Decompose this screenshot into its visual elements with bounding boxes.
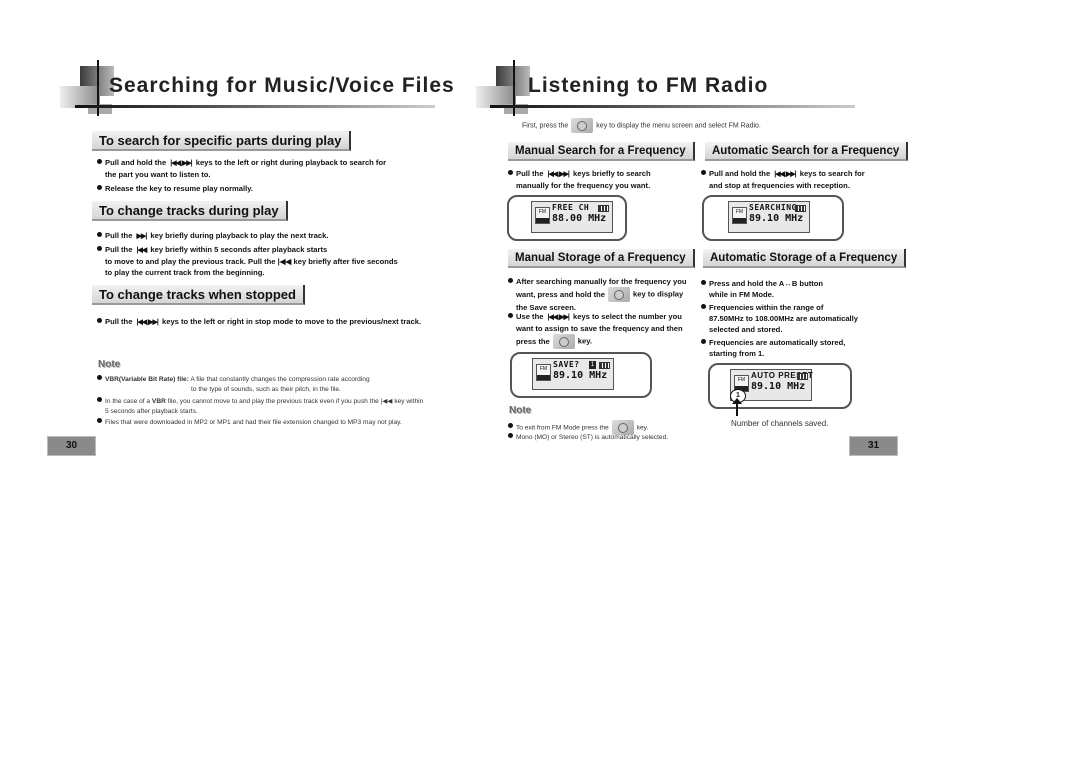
section-heading-change-during-play: To change tracks during play	[92, 201, 288, 221]
lcd-device-save: FM SAVE? 1 89.10 MHz	[510, 352, 652, 398]
title-decoration-left	[42, 60, 114, 116]
battery-icon	[795, 205, 806, 212]
bullet-search-parts-2: Release the key to resume play normally.	[97, 183, 447, 194]
battery-icon	[599, 362, 610, 369]
callout-arrow	[736, 402, 738, 416]
lcd-device-manual-search: FM FREE CH 88.00 MHz	[507, 195, 627, 241]
fm-icon: FM	[536, 364, 551, 381]
bullet-change-play-1: Pull the ▶▶| key briefly during playback…	[97, 230, 447, 242]
prev-key-icon: |◀◀	[136, 247, 148, 254]
note-heading-left: Note	[98, 359, 121, 370]
skip-keys-icon: |◀◀, ▶▶|	[136, 319, 159, 326]
section-heading-auto-storage: Automatic Storage of a Frequency	[703, 249, 907, 268]
section-heading-search-parts: To search for specific parts during play	[92, 131, 351, 151]
note-item-mp2: Files that were downloaded in MP2 or MP1…	[97, 418, 457, 428]
lcd-frequency: 89.10 MHz	[749, 213, 804, 224]
lcd-device-auto-preset: FM AUTO PRESET 89.10 MHz 1	[708, 363, 852, 409]
bullet-change-stopped-1: Pull the |◀◀, ▶▶| keys to the left or ri…	[97, 316, 457, 328]
lcd-device-auto-search: FM SEARCHING 89.10 MHz	[702, 195, 844, 241]
battery-icon	[797, 373, 808, 380]
note-item-vbr: VBR(Variable Bit Rate) file: A file that…	[97, 375, 457, 395]
lcd-frequency: 88.00 MHz	[552, 213, 607, 224]
auto-storage-text-2: Frequencies within the range of 87.50MHz…	[701, 302, 891, 335]
title-rule-left	[75, 105, 435, 108]
battery-icon	[598, 205, 609, 212]
lcd-line1: SEARCHING	[749, 203, 797, 212]
manual-storage-text-1: After searching manually for the frequen…	[508, 276, 703, 313]
skip-keys-icon: |◀◀, ▶▶|	[547, 314, 570, 321]
lcd-frequency: 89.10 MHz	[553, 370, 608, 381]
callout-arrowhead	[732, 398, 742, 404]
skip-keys-icon: |◀◀, ▶▶|	[774, 171, 796, 178]
section-heading-manual-storage: Manual Storage of a Frequency	[508, 249, 695, 268]
bullet-search-parts-1: Pull and hold the |◀◀, ▶▶| keys to the l…	[97, 157, 447, 180]
intro-text: First, press the key to display the menu …	[522, 118, 862, 133]
menu-jog-key-icon	[571, 118, 594, 133]
preset-number: 1	[589, 361, 596, 369]
auto-storage-text-3: Frequencies are automatically stored, st…	[701, 337, 891, 359]
skip-keys-icon: |◀◀, ▶▶|	[170, 160, 192, 167]
channel-caption: Number of channels saved.	[731, 419, 829, 428]
bullet-change-play-2: Pull the |◀◀ key briefly within 5 second…	[97, 244, 447, 278]
jog-key-icon	[552, 334, 575, 349]
manual-search-text: Pull the |◀◀, ▶▶| keys briefly to search…	[508, 168, 698, 191]
fm-icon: FM	[732, 207, 747, 224]
auto-storage-text-1: Press and hold the A↔B button while in F…	[701, 278, 891, 300]
manual-storage-text-2: Use the |◀◀, ▶▶| keys to select the numb…	[508, 311, 703, 349]
skip-keys-icon: |◀◀, ▶▶|	[547, 171, 570, 178]
next-key-icon: ▶▶|	[136, 233, 148, 240]
lcd-line1: SAVE?	[553, 360, 580, 369]
lcd-line1: FREE CH	[552, 203, 590, 212]
title-rule-right	[490, 105, 855, 108]
page-title-left: Searching for Music/Voice Files	[109, 74, 455, 97]
note-mono-stereo: Mono (MO) or Stereo (ST) is automaticall…	[508, 432, 708, 443]
section-heading-auto-search: Automatic Search for a Frequency	[705, 142, 909, 161]
page-number-left: 30	[47, 436, 96, 456]
jog-key-icon	[608, 287, 631, 302]
note-heading-right: Note	[509, 405, 532, 416]
section-heading-manual-search: Manual Search for a Frequency	[508, 142, 695, 161]
lcd-frequency: 89.10 MHz	[751, 381, 806, 392]
fm-icon: FM	[535, 207, 550, 224]
auto-search-text: Pull and hold the |◀◀, ▶▶| keys to searc…	[701, 168, 891, 191]
note-item-vbr-prev: In the case of a VBR file, you cannot mo…	[97, 397, 457, 417]
page-title-right: Listening to FM Radio	[528, 74, 769, 97]
section-heading-change-stopped: To change tracks when stopped	[92, 285, 305, 305]
page-number-right: 31	[849, 436, 898, 456]
title-decoration-right	[458, 60, 530, 116]
